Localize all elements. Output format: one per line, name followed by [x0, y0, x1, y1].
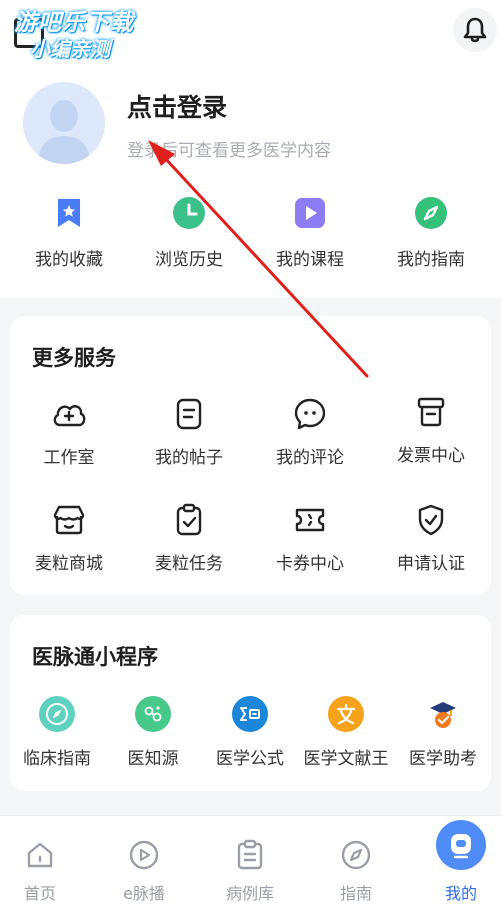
literature-icon: [328, 696, 364, 732]
service-my-comments[interactable]: 我的评论: [255, 396, 365, 468]
service-coupons[interactable]: 卡券中心: [255, 502, 365, 574]
play-icon: [293, 196, 327, 230]
service-label: 我的评论: [276, 448, 344, 468]
mini-program-label: 医知源: [127, 749, 179, 769]
bottom-tab-bar: 首页 e脉播 病例库 指南 我的: [0, 815, 501, 904]
clipboard-icon: [233, 838, 267, 872]
service-label: 卡券中心: [276, 554, 344, 574]
bookmark-star-icon: [52, 196, 86, 230]
home-icon: [23, 838, 57, 872]
avatar[interactable]: [23, 82, 105, 164]
watermark: 游吧乐下载 小编亲测: [14, 10, 134, 62]
mini-program-literature[interactable]: 医学文献王: [296, 696, 396, 769]
compass-icon: [414, 196, 448, 230]
profile-face-icon: [436, 820, 486, 870]
mini-program-label: 医学文献王: [303, 749, 389, 769]
shield-check-icon: [413, 502, 449, 538]
tab-case-library[interactable]: 病例库: [200, 816, 300, 904]
compass-icon: [339, 838, 373, 872]
play-circle-icon: [127, 838, 161, 872]
formula-icon: [232, 696, 268, 732]
clock-icon: [172, 196, 206, 230]
mini-program-exam-helper[interactable]: 医学助考: [393, 696, 493, 769]
bell-icon: [463, 17, 487, 43]
tab-label: 首页: [23, 884, 56, 903]
task-clipboard-icon: [171, 502, 207, 538]
service-label: 申请认证: [397, 554, 465, 574]
watermark-line2: 小编亲测: [30, 37, 110, 61]
comment-icon: [292, 396, 328, 432]
service-tasks[interactable]: 麦粒任务: [134, 502, 244, 574]
service-shop[interactable]: 麦粒商城: [14, 502, 124, 574]
service-label: 麦粒商城: [35, 554, 103, 574]
service-label: 我的帖子: [155, 448, 223, 468]
shop-icon: [51, 502, 87, 538]
compass-circle-icon: [39, 696, 75, 732]
service-my-posts[interactable]: 我的帖子: [134, 396, 244, 468]
mini-program-formula[interactable]: 医学公式: [200, 696, 300, 769]
quick-link-label: 我的收藏: [35, 250, 103, 270]
service-studio[interactable]: 工作室: [14, 396, 124, 468]
tab-home[interactable]: 首页: [0, 816, 90, 904]
tab-mine[interactable]: 我的: [411, 816, 501, 904]
quick-link-label: 我的指南: [397, 250, 465, 270]
login-subtitle: 登录后可查看更多医学内容: [127, 141, 331, 161]
default-avatar-icon: [37, 100, 91, 164]
tab-label: 我的: [444, 884, 477, 903]
service-label: 麦粒任务: [155, 554, 223, 574]
tab-guides[interactable]: 指南: [306, 816, 406, 904]
tab-label: 病例库: [225, 884, 274, 903]
quick-link-guides[interactable]: 我的指南: [376, 196, 486, 270]
profile-section: 游吧乐下载 小编亲测 点击登录 登录后可查看更多医学内容 我的收藏 浏览历史 我…: [0, 0, 501, 298]
mini-program-yizhiyuan[interactable]: 医知源: [103, 696, 203, 769]
login-title[interactable]: 点击登录: [127, 88, 227, 124]
tab-label: e脉播: [123, 884, 165, 903]
service-label: 发票中心: [397, 446, 465, 466]
quick-link-courses[interactable]: 我的课程: [255, 196, 365, 270]
quick-link-history[interactable]: 浏览历史: [134, 196, 244, 270]
mini-programs-card: 医脉通小程序 临床指南 医知源 医学公式 医学文献王 医学助考: [10, 615, 491, 791]
molecule-icon: [135, 696, 171, 732]
service-invoice-center[interactable]: 发票中心: [376, 394, 486, 466]
more-services-title: 更多服务: [32, 346, 116, 370]
mini-program-label: 医学公式: [216, 749, 284, 769]
cloud-plus-icon: [51, 396, 87, 432]
service-certification[interactable]: 申请认证: [376, 502, 486, 574]
service-label: 工作室: [43, 448, 95, 468]
watermark-line1: 游吧乐下载: [14, 10, 134, 36]
mini-program-clinical-guide[interactable]: 临床指南: [7, 696, 107, 769]
more-services-card: 更多服务 工作室 我的帖子 我的评论 发票中心 麦粒商城 麦粒任务 卡券中心 申…: [10, 316, 491, 595]
coupon-icon: [292, 502, 328, 538]
graduation-icon: [425, 696, 461, 732]
quick-link-label: 浏览历史: [155, 250, 223, 270]
tab-label: 指南: [339, 884, 372, 903]
quick-link-favorites[interactable]: 我的收藏: [14, 196, 124, 270]
quick-link-label: 我的课程: [276, 250, 344, 270]
invoice-icon: [413, 394, 449, 430]
mini-program-label: 医学助考: [409, 749, 477, 769]
mini-program-label: 临床指南: [23, 749, 91, 769]
mini-programs-title: 医脉通小程序: [32, 645, 158, 669]
document-icon: [171, 396, 207, 432]
tab-e-broadcast[interactable]: e脉播: [94, 816, 194, 904]
notification-button[interactable]: [453, 8, 497, 52]
